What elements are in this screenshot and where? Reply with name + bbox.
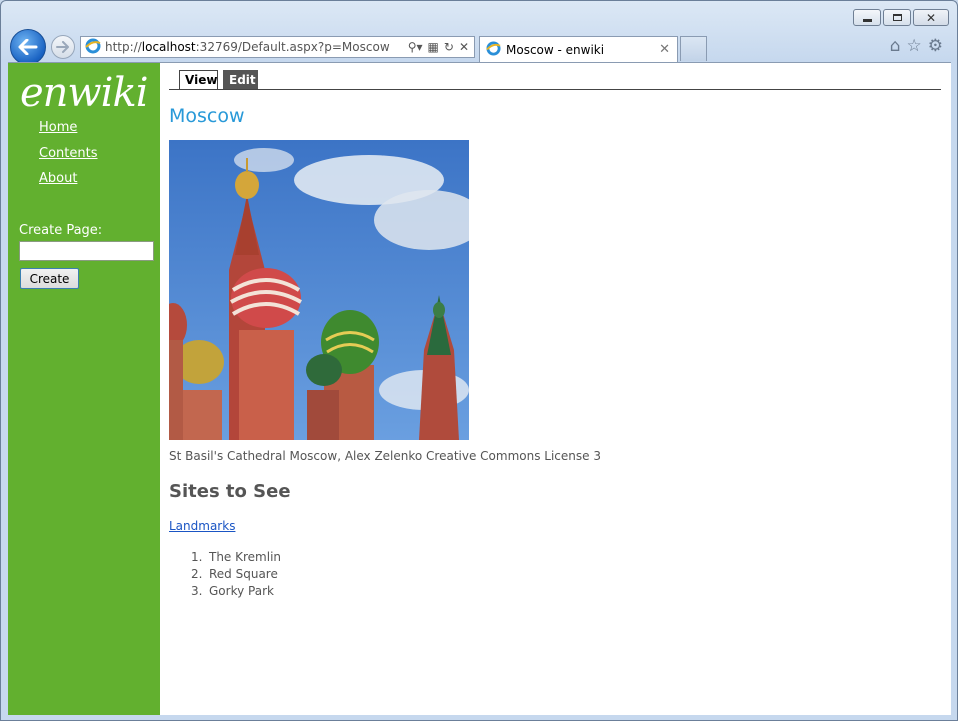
list-text: The Kremlin <box>209 550 282 564</box>
search-icon[interactable]: ⚲▾ <box>408 40 423 54</box>
url-rest: :32769/Default.aspx?p=Moscow <box>195 40 390 54</box>
list-number: 3. <box>191 584 203 598</box>
back-arrow-icon <box>18 39 38 55</box>
main-content: View Edit Moscow St Basil's Cathedral Mo… <box>169 63 942 715</box>
sites-list: 1. The Kremlin 2. Red Square 3. Gorky Park <box>191 549 281 600</box>
window-controls: ✕ <box>853 9 949 26</box>
forward-arrow-icon <box>56 41 69 53</box>
url-prefix: http:// <box>105 40 142 54</box>
site-logo[interactable]: enwiki <box>20 69 148 117</box>
nav-link-home[interactable]: Home <box>39 119 97 145</box>
back-button[interactable] <box>10 29 46 65</box>
nav-link-about[interactable]: About <box>39 170 97 196</box>
new-tab-button[interactable] <box>680 36 707 61</box>
browser-tab[interactable]: Moscow - enwiki ✕ <box>479 36 678 62</box>
page-viewport: enwiki Home Contents About Create Page: … <box>8 62 951 715</box>
refresh-icon[interactable]: ↻ <box>444 40 454 54</box>
section-heading: Sites to See <box>169 481 291 502</box>
create-button[interactable]: Create <box>20 268 79 289</box>
create-page-input[interactable] <box>19 241 154 261</box>
list-text: Red Square <box>209 567 278 581</box>
tab-title: Moscow - enwiki <box>506 42 605 57</box>
close-icon: ✕ <box>925 10 937 25</box>
tab-edit[interactable]: Edit <box>223 70 258 90</box>
list-item: 3. Gorky Park <box>191 583 281 600</box>
gear-icon[interactable]: ⚙ <box>928 36 943 56</box>
nav-link-contents[interactable]: Contents <box>39 145 97 171</box>
list-item: 1. The Kremlin <box>191 549 281 566</box>
url-host: localhost <box>141 40 196 54</box>
close-window-button[interactable]: ✕ <box>913 9 949 26</box>
favorites-star-icon[interactable]: ☆ <box>907 36 922 56</box>
compat-view-icon[interactable]: ▦ <box>428 40 439 54</box>
tabs-divider <box>169 89 941 90</box>
create-page-label: Create Page: <box>19 223 103 238</box>
ie-tab-icon <box>486 40 501 59</box>
address-url: http://localhost:32769/Default.aspx?p=Mo… <box>105 40 408 54</box>
maximize-icon <box>892 14 902 21</box>
sidebar: enwiki Home Contents About Create Page: … <box>8 63 160 715</box>
list-item: 2. Red Square <box>191 566 281 583</box>
image-caption: St Basil's Cathedral Moscow, Alex Zelenk… <box>169 449 601 463</box>
address-tools: ⚲▾ ▦ ↻ ✕ <box>408 40 469 54</box>
stop-icon[interactable]: ✕ <box>459 40 469 54</box>
page-title: Moscow <box>169 105 245 127</box>
list-text: Gorky Park <box>209 584 274 598</box>
list-number: 2. <box>191 567 203 581</box>
list-number: 1. <box>191 550 203 564</box>
tab-view[interactable]: View <box>179 70 218 90</box>
minimize-button[interactable] <box>853 9 881 26</box>
address-bar[interactable]: http://localhost:32769/Default.aspx?p=Mo… <box>80 36 475 58</box>
browser-window: ✕ http://localhost:32769/Default.aspx?p=… <box>0 0 958 721</box>
browser-toolbar-icons: ⌂ ☆ ⚙ <box>890 36 943 56</box>
ie-page-icon <box>85 38 101 57</box>
maximize-button[interactable] <box>883 9 911 26</box>
tab-close-icon[interactable]: ✕ <box>659 42 670 57</box>
minimize-icon <box>862 19 872 22</box>
forward-button[interactable] <box>51 35 75 59</box>
home-icon[interactable]: ⌂ <box>890 36 901 56</box>
sidebar-nav: Home Contents About <box>39 119 97 196</box>
landmarks-link[interactable]: Landmarks <box>169 519 235 533</box>
cathedral-photo <box>169 140 469 440</box>
